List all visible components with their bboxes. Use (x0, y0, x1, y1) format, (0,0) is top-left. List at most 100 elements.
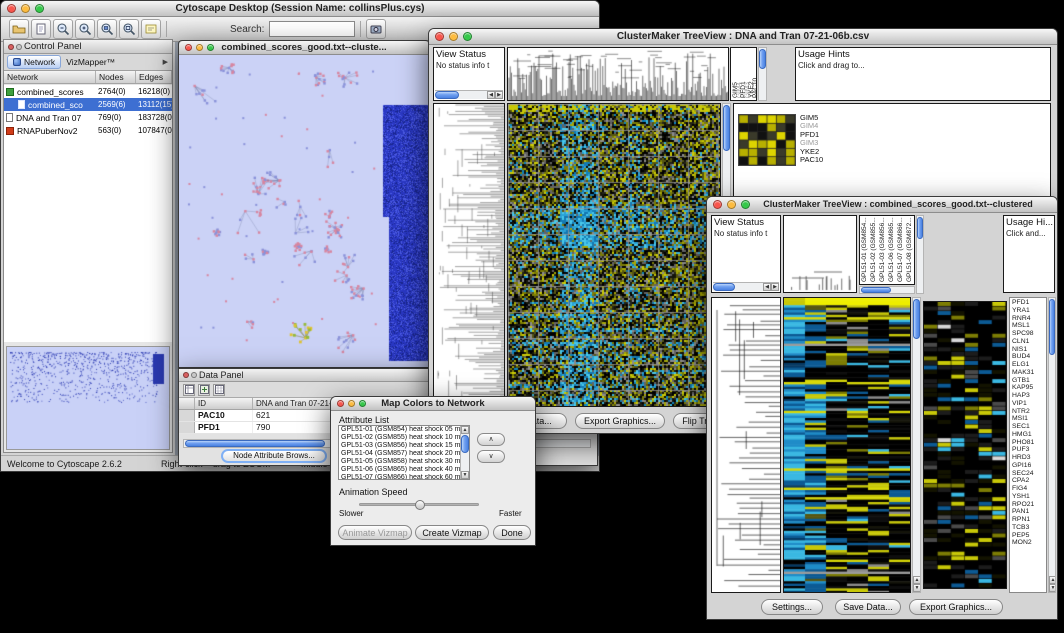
gene-label[interactable]: YSH1 (1012, 493, 1046, 501)
network-view-canvas[interactable] (179, 55, 429, 367)
attribute-item[interactable]: GPL51-01 (GSM854) heat shock 05 min (339, 426, 460, 434)
network-view-titlebar[interactable]: combined_scores_good.txt--cluste... (179, 41, 429, 55)
scrollbar-thumb[interactable] (723, 105, 730, 151)
gene-label[interactable]: MON2 (1012, 539, 1046, 547)
heatmap-vertical-scrollbar[interactable]: ▲ ▼ (912, 297, 921, 593)
column-header-network[interactable]: Network (4, 71, 96, 83)
annotation-button[interactable] (141, 19, 161, 39)
gene-label[interactable]: CLN1 (1012, 338, 1046, 346)
gene-label[interactable]: GTB1 (1012, 377, 1046, 385)
treeview2-titlebar[interactable]: ClusterMaker TreeView : combined_scores_… (707, 197, 1057, 213)
panel-close-icon[interactable] (8, 44, 14, 50)
scroll-up-arrow-icon[interactable]: ▲ (1049, 576, 1056, 584)
save-data-button[interactable]: Save Data... (835, 599, 901, 615)
gene-label[interactable]: PFD1 (1012, 299, 1046, 307)
animate-vizmap-button[interactable]: Animate Vizmap (338, 525, 412, 540)
row-selector[interactable] (179, 422, 195, 433)
attribute-matrix-icon[interactable] (213, 384, 225, 396)
gene-label[interactable]: CPA2 (1012, 477, 1046, 485)
main-titlebar[interactable]: Cytoscape Desktop (Session Name: collins… (1, 1, 599, 17)
scrollbar-thumb[interactable] (861, 287, 891, 293)
close-button[interactable] (713, 200, 722, 209)
minimize-button[interactable] (196, 44, 203, 51)
search-input[interactable] (269, 21, 355, 37)
panel-close-icon[interactable] (183, 372, 189, 378)
treeview1-titlebar[interactable]: ClusterMaker TreeView : DNA and Tran 07-… (429, 29, 1057, 45)
close-button[interactable] (337, 400, 344, 407)
move-down-button[interactable]: ∨ (477, 450, 505, 463)
attribute-item[interactable]: GPL51-05 (GSM858) heat shock 30 min (339, 458, 460, 466)
zoom-window-button[interactable] (359, 400, 366, 407)
gene-label[interactable]: SEC24 (1012, 470, 1046, 478)
column-dendrogram-canvas[interactable] (508, 48, 728, 100)
gene-label[interactable]: NIS1 (1012, 346, 1046, 354)
scrollbar-thumb[interactable] (185, 440, 325, 447)
column-label[interactable]: GPL51-02 (GSM855... (870, 216, 877, 282)
create-attribute-icon[interactable] (198, 384, 210, 396)
gene-label[interactable]: YRA1 (1012, 307, 1046, 315)
column-header-edges[interactable]: Edges (136, 71, 172, 83)
move-up-button[interactable]: ∧ (477, 433, 505, 446)
network-row-3[interactable]: DNA and Tran 07769(0)183728(0) (4, 111, 172, 124)
gene-label[interactable]: RPN1 (1012, 516, 1046, 524)
gene-label[interactable]: HMG1 (1012, 431, 1046, 439)
zoom-window-button[interactable] (207, 44, 214, 51)
column-labels-vscrollbar[interactable] (916, 215, 924, 294)
tab-network[interactable]: Network (7, 55, 61, 69)
summary-row-label[interactable]: PAC10 (800, 156, 823, 164)
network-overview-panel[interactable] (6, 346, 170, 450)
gene-label[interactable]: FIG4 (1012, 485, 1046, 493)
network-row-4[interactable]: RNAPuberNov2563(0)107847(0) (4, 124, 172, 137)
scroll-down-arrow-icon[interactable]: ▼ (461, 471, 469, 479)
create-vizmap-button[interactable]: Create Vizmap (415, 525, 489, 540)
scrollbar-thumb[interactable] (759, 49, 766, 69)
speed-slider-thumb[interactable] (415, 500, 425, 510)
network-row-1[interactable]: combined_scores2764(0)16218(0) (4, 85, 172, 98)
column-label[interactable]: GPL51-01 (GSM854... (861, 216, 868, 282)
gene-label[interactable]: ELG1 (1012, 361, 1046, 369)
gene-label[interactable]: SPC98 (1012, 330, 1046, 338)
attribute-list-scrollbar[interactable]: ▲ ▼ (460, 426, 469, 479)
view-status-scrollbar[interactable]: ◀ ▶ (435, 90, 503, 99)
attribute-item[interactable]: GPL51-02 (GSM855) heat shock 10 min (339, 434, 460, 442)
tab-vizmapper[interactable]: VizMapper™ (61, 55, 120, 69)
view-status-scrollbar[interactable]: ◀ ▶ (713, 282, 779, 291)
gene-label[interactable]: TCB3 (1012, 524, 1046, 532)
gene-label[interactable]: KAP95 (1012, 384, 1046, 392)
column-header-id[interactable]: ID (195, 398, 253, 409)
gene-label[interactable]: PEP5 (1012, 532, 1046, 540)
network-overview-canvas[interactable] (7, 347, 169, 449)
settings-button[interactable]: Settings... (761, 599, 823, 615)
row-selector[interactable] (179, 410, 195, 421)
close-button[interactable] (7, 4, 16, 13)
minimize-button[interactable] (727, 200, 736, 209)
tab-overflow-arrow-icon[interactable]: ▶ (163, 58, 168, 66)
minimize-button[interactable] (348, 400, 355, 407)
scroll-up-arrow-icon[interactable]: ▲ (461, 426, 469, 434)
open-folder-button[interactable] (9, 19, 29, 39)
scroll-down-arrow-icon[interactable]: ▼ (913, 584, 921, 592)
control-panel-titlebar[interactable]: Control Panel (4, 40, 172, 54)
minimize-button[interactable] (449, 32, 458, 41)
export-graphics-button[interactable]: Export Graphics... (909, 599, 1003, 615)
gene-label[interactable]: MSL1 (1012, 322, 1046, 330)
scrollbar-thumb[interactable] (713, 283, 735, 291)
export-graphics-button[interactable]: Export Graphics... (575, 413, 665, 429)
panel-float-icon[interactable] (16, 44, 22, 50)
minimize-button[interactable] (21, 4, 30, 13)
zoom-selected-button[interactable] (97, 19, 117, 39)
attribute-item[interactable]: GPL51-06 (GSM865) heat shock 40 min (339, 466, 460, 474)
gene-label[interactable]: VIP1 (1012, 400, 1046, 408)
column-header-nodes[interactable]: Nodes (96, 71, 136, 83)
gene-label[interactable]: HRD3 (1012, 454, 1046, 462)
heatmap-canvas[interactable] (784, 298, 910, 592)
column-labels-scrollbar[interactable] (859, 286, 915, 294)
select-attributes-icon[interactable] (183, 384, 195, 396)
close-button[interactable] (435, 32, 444, 41)
done-button[interactable]: Done (493, 525, 531, 540)
snapshot-button[interactable] (366, 19, 386, 39)
column-label[interactable]: GPL51-08 (GSM872... (906, 216, 913, 282)
column-label[interactable]: PAC10 (752, 48, 757, 98)
gene-list-scrollbar[interactable]: ▲ ▼ (1048, 297, 1056, 593)
gene-label[interactable]: HAP3 (1012, 392, 1046, 400)
